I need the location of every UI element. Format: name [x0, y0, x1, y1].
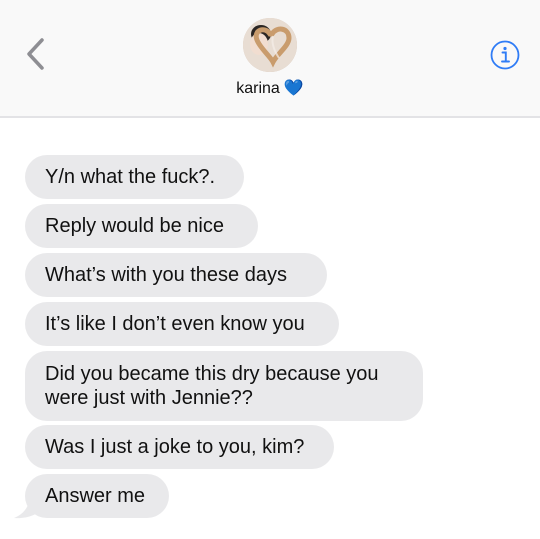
message-text: What’s with you these days	[45, 264, 287, 286]
message-bubble[interactable]: It’s like I don’t even know you	[25, 302, 339, 346]
message-text: Was I just a joke to you, kim?	[45, 436, 305, 458]
message-bubble[interactable]: Answer me	[25, 474, 169, 518]
message-text: Answer me	[45, 485, 146, 507]
message-bubble[interactable]: Y/n what the fuck?.	[25, 155, 244, 199]
message-text: Reply would be nice	[45, 215, 224, 237]
message-text: It’s like I don’t even know you	[45, 313, 305, 335]
message-bubble[interactable]: Reply would be nice	[25, 204, 258, 248]
message-text: Y/n what the fuck?.	[45, 166, 216, 188]
message-bubble[interactable]: Did you became this dry because you were…	[25, 351, 423, 421]
message-bubble[interactable]: What’s with you these days	[25, 253, 327, 297]
message-thread: Y/n what the fuck?. Reply would be nice …	[0, 0, 540, 539]
message-bubble[interactable]: Was I just a joke to you, kim?	[25, 425, 334, 469]
message-text: Did you became this dry because you were…	[45, 363, 379, 409]
